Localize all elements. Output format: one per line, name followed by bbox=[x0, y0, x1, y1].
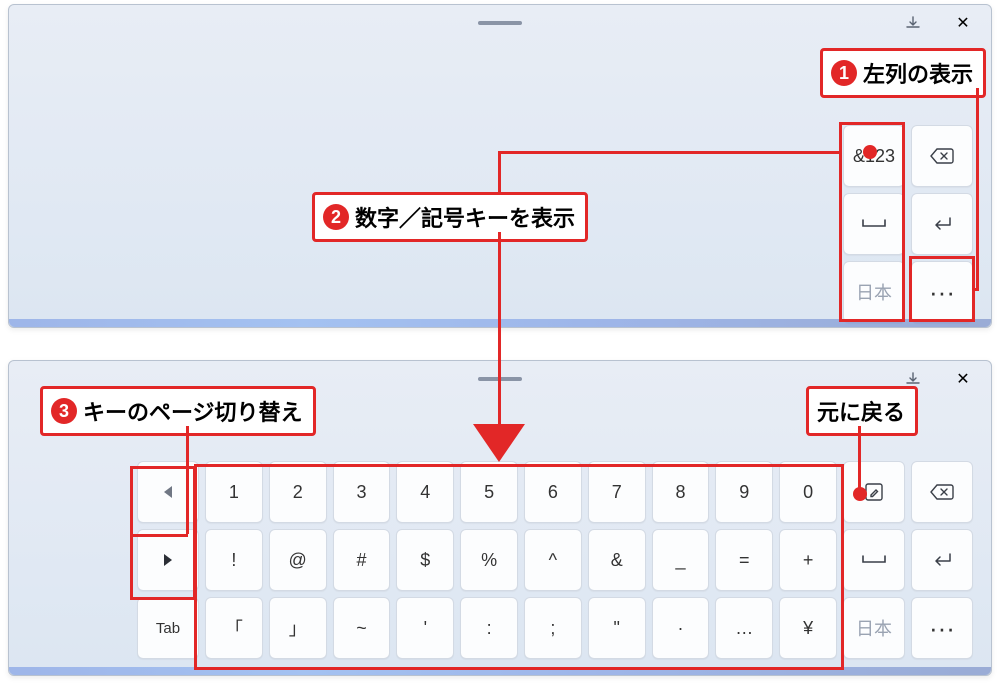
key-excl[interactable]: ! bbox=[205, 529, 263, 591]
space-icon bbox=[860, 553, 888, 567]
drag-handle-icon[interactable] bbox=[478, 377, 522, 381]
key-caret[interactable]: ^ bbox=[524, 529, 582, 591]
callout-text: キーのページ切り替え bbox=[83, 395, 303, 427]
backspace-icon bbox=[929, 147, 955, 165]
key-8[interactable]: 8 bbox=[652, 461, 710, 523]
taskbar-hint bbox=[9, 319, 991, 327]
handwriting-key[interactable] bbox=[843, 461, 905, 523]
enter-icon bbox=[930, 551, 954, 569]
key-4[interactable]: 4 bbox=[396, 461, 454, 523]
enter-icon bbox=[930, 215, 954, 233]
key-plus[interactable]: + bbox=[779, 529, 837, 591]
page-next-key[interactable] bbox=[137, 529, 199, 591]
callout-text: 左列の表示 bbox=[863, 57, 973, 89]
language-key[interactable]: 日本 bbox=[843, 261, 905, 323]
enter-key[interactable] bbox=[911, 529, 973, 591]
key-5[interactable]: 5 bbox=[460, 461, 518, 523]
key-6[interactable]: 6 bbox=[524, 461, 582, 523]
symbols-mode-key[interactable]: &123 bbox=[843, 125, 905, 187]
key-under[interactable]: _ bbox=[652, 529, 710, 591]
key-yen[interactable]: ¥ bbox=[779, 597, 837, 659]
close-icon[interactable]: ✕ bbox=[953, 13, 973, 33]
space-key[interactable] bbox=[843, 193, 905, 255]
space-key[interactable] bbox=[843, 529, 905, 591]
backspace-icon bbox=[929, 483, 955, 501]
key-9[interactable]: 9 bbox=[715, 461, 773, 523]
key-quote[interactable]: " bbox=[588, 597, 646, 659]
tab-key[interactable]: Tab bbox=[137, 597, 199, 659]
backspace-key[interactable] bbox=[911, 461, 973, 523]
key-2[interactable]: 2 bbox=[269, 461, 327, 523]
keyboard-grid: 1 2 3 4 5 6 7 8 9 0 ! @ # $ % ^ & _ = + bbox=[137, 461, 973, 659]
callout-text: 数字／記号キーを表示 bbox=[355, 201, 575, 233]
key-lbracket[interactable]: 「 bbox=[205, 597, 263, 659]
backspace-key[interactable] bbox=[911, 125, 973, 187]
taskbar-hint bbox=[9, 667, 991, 675]
dock-icon[interactable] bbox=[903, 13, 923, 33]
key-tilde[interactable]: ~ bbox=[333, 597, 391, 659]
key-colon[interactable]: : bbox=[460, 597, 518, 659]
callout-2: 2 数字／記号キーを表示 bbox=[312, 192, 588, 242]
callout-number-icon: 3 bbox=[51, 398, 77, 424]
key-3[interactable]: 3 bbox=[333, 461, 391, 523]
callout-4: 元に戻る bbox=[806, 386, 918, 436]
key-rbracket[interactable]: 」 bbox=[269, 597, 327, 659]
right-key-column: &123 日本 ··· bbox=[843, 125, 973, 323]
keyboard-topbar: ✕ bbox=[903, 13, 973, 33]
key-dollar[interactable]: $ bbox=[396, 529, 454, 591]
chevron-right-icon bbox=[164, 554, 172, 566]
key-apos[interactable]: ' bbox=[396, 597, 454, 659]
enter-key[interactable] bbox=[911, 193, 973, 255]
drag-handle-icon[interactable] bbox=[478, 21, 522, 25]
space-icon bbox=[860, 217, 888, 231]
key-amp[interactable]: & bbox=[588, 529, 646, 591]
key-ellipsis[interactable]: … bbox=[715, 597, 773, 659]
callout-1: 1 左列の表示 bbox=[820, 48, 986, 98]
close-icon[interactable]: ✕ bbox=[953, 369, 973, 389]
callout-number-icon: 2 bbox=[323, 204, 349, 230]
key-pct[interactable]: % bbox=[460, 529, 518, 591]
key-at[interactable]: @ bbox=[269, 529, 327, 591]
key-0[interactable]: 0 bbox=[779, 461, 837, 523]
key-hash[interactable]: # bbox=[333, 529, 391, 591]
key-eq[interactable]: = bbox=[715, 529, 773, 591]
key-middot[interactable]: · bbox=[652, 597, 710, 659]
callout-text: 元に戻る bbox=[817, 395, 905, 427]
page-prev-key[interactable] bbox=[137, 461, 199, 523]
more-key[interactable]: ··· bbox=[911, 261, 973, 323]
callout-3: 3 キーのページ切り替え bbox=[40, 386, 316, 436]
key-7[interactable]: 7 bbox=[588, 461, 646, 523]
language-key[interactable]: 日本 bbox=[843, 597, 905, 659]
callout-number-icon: 1 bbox=[831, 60, 857, 86]
chevron-left-icon bbox=[164, 486, 172, 498]
more-key[interactable]: ··· bbox=[911, 597, 973, 659]
pencil-icon bbox=[863, 481, 885, 503]
key-1[interactable]: 1 bbox=[205, 461, 263, 523]
key-semi[interactable]: ; bbox=[524, 597, 582, 659]
